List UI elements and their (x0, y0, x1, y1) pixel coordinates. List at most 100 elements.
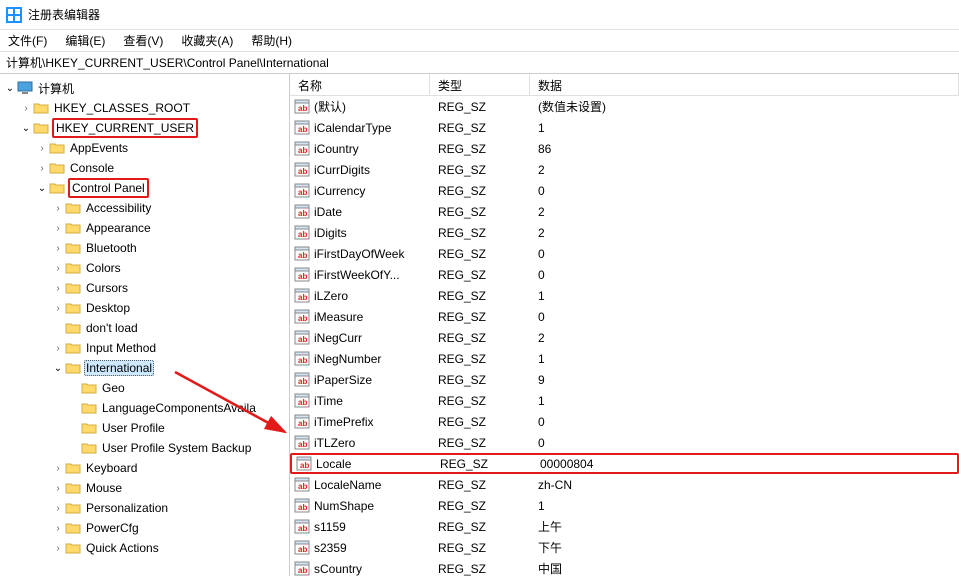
value-row[interactable]: abiCurrencyREG_SZ0 (290, 180, 959, 201)
chevron-icon[interactable]: › (52, 483, 64, 494)
menu-file[interactable]: 文件(F) (4, 30, 51, 51)
tree-desktop[interactable]: ›Desktop (0, 298, 289, 318)
value-row[interactable]: abNumShapeREG_SZ1 (290, 495, 959, 516)
value-row[interactable]: abiFirstWeekOfY...REG_SZ0 (290, 264, 959, 285)
value-type: REG_SZ (430, 541, 530, 555)
chevron-icon[interactable]: ⌄ (20, 123, 32, 134)
tree-accessibility[interactable]: › Accessibility (0, 198, 289, 218)
value-row[interactable]: abiNegCurrREG_SZ2 (290, 327, 959, 348)
address-bar[interactable]: 计算机\HKEY_CURRENT_USER\Control Panel\Inte… (0, 52, 959, 74)
column-header-name[interactable]: 名称 (290, 74, 430, 95)
tree-hkcu[interactable]: ⌄HKEY_CURRENT_USER (0, 118, 289, 138)
chevron-icon[interactable]: › (52, 343, 64, 354)
chevron-icon[interactable]: › (52, 203, 64, 214)
tree-international[interactable]: ⌄ International (0, 358, 289, 378)
svg-text:ab: ab (298, 419, 307, 428)
chevron-icon[interactable]: › (52, 503, 64, 514)
tree-dont-load[interactable]: ›don't load (0, 318, 289, 338)
value-row[interactable]: absCountryREG_SZ中国 (290, 558, 959, 576)
menu-favorites[interactable]: 收藏夹(A) (177, 30, 237, 51)
value-row[interactable]: ab(默认)REG_SZ(数值未设置) (290, 96, 959, 117)
value-data: 9 (530, 373, 959, 387)
chevron-icon[interactable]: › (52, 303, 64, 314)
chevron-icon[interactable]: › (52, 223, 64, 234)
value-row[interactable]: abiFirstDayOfWeekREG_SZ0 (290, 243, 959, 264)
chevron-icon[interactable]: › (52, 543, 64, 554)
chevron-icon[interactable]: › (36, 143, 48, 154)
string-value-icon: ab (294, 120, 310, 136)
value-row[interactable]: abiCurrDigitsREG_SZ2 (290, 159, 959, 180)
column-header-data[interactable]: 数据 (530, 74, 959, 95)
menu-edit[interactable]: 编辑(E) (61, 30, 109, 51)
value-row[interactable]: abiCountryREG_SZ86 (290, 138, 959, 159)
tree-personalization[interactable]: ›Personalization (0, 498, 289, 518)
value-row[interactable]: abiMeasureREG_SZ0 (290, 306, 959, 327)
value-row[interactable]: abiDateREG_SZ2 (290, 201, 959, 222)
value-row[interactable]: abiLZeroREG_SZ1 (290, 285, 959, 306)
tree-user-profile-sb[interactable]: ›User Profile System Backup (0, 438, 289, 458)
tree-bluetooth[interactable]: ›Bluetooth (0, 238, 289, 258)
tree-label: Control Panel (68, 178, 149, 198)
tree-geo[interactable]: ›Geo (0, 378, 289, 398)
tree-lang-comp[interactable]: ›LanguageComponentsAvaila (0, 398, 289, 418)
chevron-icon[interactable]: › (20, 103, 32, 114)
value-row[interactable]: abiTLZeroREG_SZ0 (290, 432, 959, 453)
tree-powercfg[interactable]: ›PowerCfg (0, 518, 289, 538)
tree-control-panel[interactable]: ⌄ Control Panel (0, 178, 289, 198)
tree-appevents[interactable]: ›AppEvents (0, 138, 289, 158)
value-row[interactable]: abiPaperSizeREG_SZ9 (290, 369, 959, 390)
tree-user-profile[interactable]: ›User Profile (0, 418, 289, 438)
folder-icon (65, 201, 81, 215)
tree-console[interactable]: ›Console (0, 158, 289, 178)
value-row[interactable]: abiTimeREG_SZ1 (290, 390, 959, 411)
folder-icon (65, 321, 81, 335)
tree-mouse[interactable]: ›Mouse (0, 478, 289, 498)
value-name: iCurrDigits (314, 163, 370, 177)
value-type: REG_SZ (430, 289, 530, 303)
chevron-icon[interactable]: ⌄ (52, 363, 64, 374)
value-row[interactable]: abLocaleREG_SZ00000804 (290, 453, 959, 474)
chevron-icon[interactable]: › (52, 243, 64, 254)
chevron-icon[interactable]: › (52, 263, 64, 274)
tree-appearance[interactable]: ›Appearance (0, 218, 289, 238)
menu-help[interactable]: 帮助(H) (247, 30, 296, 51)
tree-label: Accessibility (84, 200, 153, 216)
tree-hkcr[interactable]: ›HKEY_CLASSES_ROOT (0, 98, 289, 118)
tree-root[interactable]: ⌄ 计算机 (0, 78, 289, 98)
value-row[interactable]: abs2359REG_SZ下午 (290, 537, 959, 558)
tree-quick-actions[interactable]: › Quick Actions (0, 538, 289, 558)
string-value-icon: ab (294, 519, 310, 535)
tree-label: User Profile (100, 420, 167, 436)
value-row[interactable]: abiCalendarTypeREG_SZ1 (290, 117, 959, 138)
value-row[interactable]: abs1159REG_SZ上午 (290, 516, 959, 537)
chevron-icon[interactable]: › (52, 463, 64, 474)
string-value-icon: ab (294, 141, 310, 157)
value-row[interactable]: abiTimePrefixREG_SZ0 (290, 411, 959, 432)
column-header-type[interactable]: 类型 (430, 74, 530, 95)
tree-keyboard[interactable]: ›Keyboard (0, 458, 289, 478)
value-name: iDigits (314, 226, 347, 240)
tree-label: International (84, 360, 154, 376)
chevron-icon[interactable]: › (36, 163, 48, 174)
string-value-icon: ab (294, 351, 310, 367)
chevron-icon[interactable]: ⌄ (4, 83, 16, 94)
svg-text:ab: ab (298, 167, 307, 176)
chevron-icon[interactable]: › (52, 523, 64, 534)
tree-label: 计算机 (36, 79, 76, 98)
folder-icon (65, 501, 81, 515)
value-row[interactable]: abiNegNumberREG_SZ1 (290, 348, 959, 369)
value-row[interactable]: abLocaleNameREG_SZzh-CN (290, 474, 959, 495)
address-text: 计算机\HKEY_CURRENT_USER\Control Panel\Inte… (6, 54, 329, 71)
menu-view[interactable]: 查看(V) (119, 30, 167, 51)
value-type: REG_SZ (430, 163, 530, 177)
chevron-icon[interactable]: ⌄ (36, 183, 48, 194)
tree-label: Quick Actions (84, 540, 161, 556)
chevron-icon[interactable]: › (52, 283, 64, 294)
values-list[interactable]: ab(默认)REG_SZ(数值未设置)abiCalendarTypeREG_SZ… (290, 96, 959, 576)
tree-colors[interactable]: ›Colors (0, 258, 289, 278)
tree-pane[interactable]: ⌄ 计算机›HKEY_CLASSES_ROOT⌄HKEY_CURRENT_USER… (0, 74, 290, 576)
value-row[interactable]: abiDigitsREG_SZ2 (290, 222, 959, 243)
tree-input-method[interactable]: ›Input Method (0, 338, 289, 358)
tree-cursors[interactable]: ›Cursors (0, 278, 289, 298)
folder-icon (49, 161, 65, 175)
